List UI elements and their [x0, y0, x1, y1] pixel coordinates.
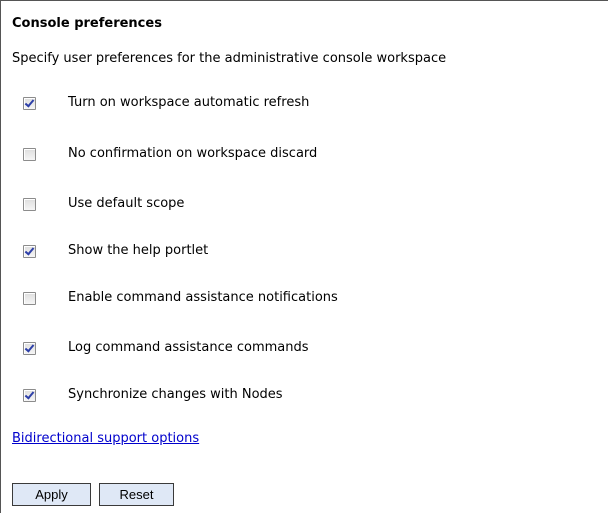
synchronize-nodes-checkbox[interactable]	[23, 388, 36, 402]
pref-auto-refresh[interactable]: Turn on workspace automatic refresh	[23, 93, 309, 113]
command-assistance-notifications-label: Enable command assistance notifications	[68, 290, 338, 305]
auto-refresh-checkbox[interactable]	[23, 96, 36, 110]
default-scope-label: Use default scope	[68, 196, 185, 211]
no-confirmation-discard-label: No confirmation on workspace discard	[68, 146, 318, 161]
log-command-assistance-checkbox[interactable]	[23, 341, 36, 355]
auto-refresh-label: Turn on workspace automatic refresh	[68, 95, 310, 110]
default-scope-checkbox[interactable]	[23, 197, 36, 211]
pref-command-assistance-notifications[interactable]: Enable command assistance notifications	[23, 288, 338, 308]
pref-log-command-assistance[interactable]: Log command assistance commands	[23, 338, 309, 358]
log-command-assistance-label: Log command assistance commands	[68, 340, 309, 355]
pref-no-confirmation-discard[interactable]: No confirmation on workspace discard	[23, 144, 317, 164]
apply-button[interactable]: Apply	[12, 483, 91, 506]
command-assistance-notifications-checkbox[interactable]	[23, 291, 36, 305]
pref-help-portlet[interactable]: Show the help portlet	[23, 241, 208, 261]
console-preferences-panel: Console preferences Specify user prefere…	[0, 0, 608, 513]
help-portlet-label: Show the help portlet	[68, 243, 209, 258]
reset-button[interactable]: Reset	[99, 483, 174, 506]
synchronize-nodes-label: Synchronize changes with Nodes	[68, 387, 283, 402]
panel-title: Console preferences	[12, 16, 162, 31]
pref-default-scope[interactable]: Use default scope	[23, 194, 184, 214]
no-confirmation-discard-checkbox[interactable]	[23, 147, 36, 161]
help-portlet-checkbox[interactable]	[23, 244, 36, 258]
bidirectional-support-link[interactable]: Bidirectional support options	[12, 431, 199, 446]
panel-description: Specify user preferences for the adminis…	[12, 51, 447, 66]
pref-synchronize-nodes[interactable]: Synchronize changes with Nodes	[23, 385, 283, 405]
